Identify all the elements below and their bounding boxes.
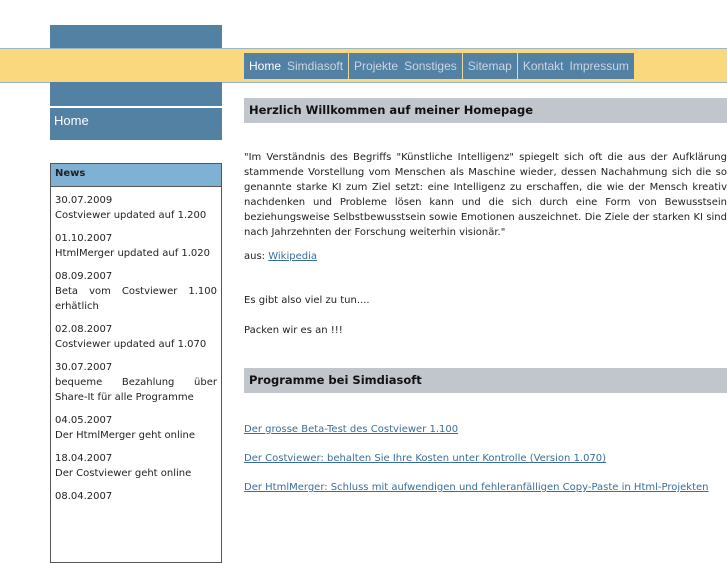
- nav-group: Sitemap: [463, 53, 518, 79]
- nav-sitemap[interactable]: Sitemap: [465, 59, 515, 73]
- main-nav: Home Simdiasoft Projekte Sonstiges Sitemap…: [244, 53, 634, 79]
- sidebar-top-block: [50, 25, 222, 48]
- news-date: 04.05.2007: [55, 415, 113, 426]
- sidebar-block: [50, 82, 222, 106]
- welcome-heading: Herzlich Willkommen auf meiner Homepage: [244, 98, 727, 123]
- news-date: 08.04.2007: [55, 491, 113, 502]
- nav-impressum[interactable]: Impressum: [567, 59, 632, 73]
- program-link[interactable]: Der Costviewer: behalten Sie Ihre Kosten…: [244, 453, 606, 464]
- text-line: Packen wir es an !!!: [244, 325, 343, 336]
- text-line: Es gibt also viel zu tun....: [244, 295, 370, 306]
- news-date: 30.07.2007: [55, 362, 113, 373]
- news-item: 18.04.2007 Der Costviewer geht online: [51, 451, 221, 481]
- news-date: 30.07.2009: [55, 195, 113, 206]
- nav-kontakt[interactable]: Kontakt: [520, 59, 567, 73]
- news-item: 02.08.2007 Costviewer updated auf 1.070: [51, 322, 221, 352]
- nav-group: Home Simdiasoft: [244, 53, 350, 79]
- news-text: Der HtmlMerger geht online: [55, 430, 196, 441]
- news-text: Der Costviewer geht online: [55, 468, 192, 479]
- source-label: aus:: [244, 251, 266, 262]
- news-title: News: [51, 164, 221, 187]
- quote-text: "Im Verständnis des Begriffs "Künstliche…: [244, 152, 727, 238]
- nav-group: Projekte Sonstiges: [349, 53, 463, 79]
- news-item: 01.10.2007 HtmlMerger updated auf 1.020: [51, 231, 221, 261]
- news-item: 08.04.2007: [51, 489, 221, 504]
- news-date: 08.09.2007: [55, 271, 113, 282]
- program-link[interactable]: Der grosse Beta-Test des Costviewer 1.10…: [244, 424, 458, 435]
- news-date: 18.04.2007: [55, 453, 113, 464]
- news-item: 30.07.2007 bequeme Bezahlung über Share-I…: [51, 360, 221, 405]
- news-text: Costviewer updated auf 1.200: [55, 210, 207, 221]
- news-text: bequeme Bezahlung über Share-It für alle…: [55, 377, 217, 403]
- nav-projekte[interactable]: Projekte: [351, 59, 401, 73]
- nav-sonstiges[interactable]: Sonstiges: [401, 59, 460, 73]
- nav-simdiasoft[interactable]: Simdiasoft: [284, 59, 346, 73]
- news-date: 01.10.2007: [55, 233, 113, 244]
- news-text: HtmlMerger updated auf 1.020: [55, 248, 211, 259]
- news-box: News 30.07.2009 Costviewer updated auf 1.…: [50, 163, 222, 563]
- main-content: Herzlich Willkommen auf meiner Homepage …: [244, 98, 727, 495]
- news-text: Costviewer updated auf 1.070: [55, 339, 207, 350]
- wikipedia-link[interactable]: Wikipedia: [268, 251, 317, 262]
- sidebar-home-link[interactable]: Home: [50, 108, 222, 140]
- news-item: 08.09.2007 Beta vom Costviewer 1.100 erhä…: [51, 269, 221, 314]
- programs-heading: Programme bei Simdiasoft: [244, 368, 727, 393]
- news-item: 30.07.2009 Costviewer updated auf 1.200: [51, 193, 221, 223]
- program-link[interactable]: Der HtmlMerger: Schluss mit aufwendigen …: [244, 482, 709, 493]
- news-text: Beta vom Costviewer 1.100 erhätlich: [55, 286, 217, 312]
- news-item: 04.05.2007 Der HtmlMerger geht online: [51, 413, 221, 443]
- nav-group: Kontakt Impressum: [518, 53, 634, 79]
- news-date: 02.08.2007: [55, 324, 113, 335]
- nav-home[interactable]: Home: [246, 59, 284, 73]
